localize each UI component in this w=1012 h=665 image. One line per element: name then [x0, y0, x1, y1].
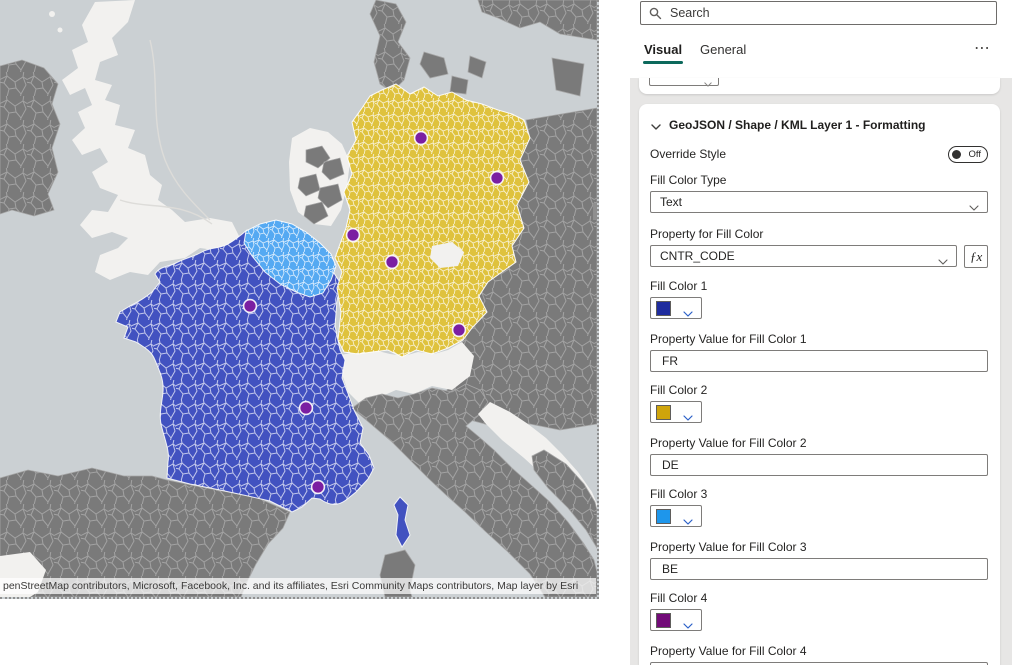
format-pane: Visual General ⋯ GeoJSON / Shape / KML L…	[630, 0, 1012, 665]
truncated-dropdown[interactable]	[649, 78, 719, 86]
city-marker[interactable]	[244, 300, 257, 313]
city-marker[interactable]	[347, 229, 360, 242]
fx-conditional-formatting-button[interactable]: ƒx	[964, 245, 988, 268]
chevron-down-icon	[938, 254, 948, 268]
map-scrollbar-thumb[interactable]	[593, 203, 597, 220]
fill-color-1-label: Fill Color 1	[650, 280, 988, 293]
city-marker[interactable]	[453, 324, 466, 337]
property-value-4-label: Property Value for Fill Color 4	[650, 645, 988, 658]
property-value-3-field[interactable]	[650, 558, 988, 580]
map-attribution: penStreetMap contributors, Microsoft, Fa…	[0, 578, 596, 594]
clipped-card	[639, 78, 1000, 94]
city-marker[interactable]	[300, 402, 313, 415]
city-marker[interactable]	[386, 256, 399, 269]
fill-color-2-picker[interactable]	[650, 401, 702, 423]
property-value-2-field[interactable]	[650, 454, 988, 476]
color-swatch	[656, 405, 671, 420]
chevron-down-icon	[683, 514, 693, 528]
fill-color-3-picker[interactable]	[650, 505, 702, 527]
city-marker[interactable]	[312, 481, 325, 494]
color-swatch	[656, 301, 671, 316]
fill-color-4-label: Fill Color 4	[650, 592, 988, 605]
property-value-3-label: Property Value for Fill Color 3	[650, 541, 988, 554]
property-for-fill-color-label: Property for Fill Color	[650, 228, 988, 241]
chevron-down-icon	[683, 410, 693, 424]
dropdown-value: Text	[660, 195, 682, 209]
property-value-3-input[interactable]	[660, 559, 980, 579]
search-input[interactable]	[668, 2, 988, 24]
override-style-toggle[interactable]: Off	[948, 146, 988, 163]
chevron-down-icon	[683, 618, 693, 632]
more-options-icon[interactable]: ⋯	[974, 38, 991, 58]
property-value-2-input[interactable]	[660, 455, 980, 475]
fill-color-4-picker[interactable]	[650, 609, 702, 631]
chevron-down-icon	[704, 78, 712, 92]
property-for-fill-color-dropdown[interactable]: CNTR_CODE	[650, 245, 957, 267]
europe-map	[0, 0, 597, 597]
property-value-1-field[interactable]	[650, 350, 988, 372]
section-title: GeoJSON / Shape / KML Layer 1 - Formatti…	[669, 118, 926, 132]
toggle-state-label: Off	[969, 149, 982, 160]
formatting-card: GeoJSON / Shape / KML Layer 1 - Formatti…	[639, 104, 1000, 665]
active-tab-underline	[643, 61, 683, 64]
dropdown-value: CNTR_CODE	[660, 249, 735, 263]
chevron-down-icon	[683, 306, 693, 320]
fill-color-1-picker[interactable]	[650, 297, 702, 319]
color-swatch	[656, 613, 671, 628]
color-swatch	[656, 509, 671, 524]
property-value-1-input[interactable]	[660, 351, 980, 371]
city-marker[interactable]	[415, 132, 428, 145]
fill-color-2-label: Fill Color 2	[650, 384, 988, 397]
section-header[interactable]: GeoJSON / Shape / KML Layer 1 - Formatti…	[650, 118, 988, 132]
property-value-2-label: Property Value for Fill Color 2	[650, 437, 988, 450]
fill-color-type-label: Fill Color Type	[650, 174, 988, 187]
map-visual[interactable]: penStreetMap contributors, Microsoft, Fa…	[0, 0, 599, 599]
fill-color-3-label: Fill Color 3	[650, 488, 988, 501]
fill-color-type-dropdown[interactable]: Text	[650, 191, 988, 213]
search-icon	[649, 7, 662, 25]
search-box[interactable]	[640, 1, 997, 25]
toggle-knob	[952, 150, 961, 159]
chevron-down-icon	[969, 200, 979, 214]
collapse-chevron-icon	[651, 119, 661, 133]
tab-general[interactable]: General	[700, 42, 746, 57]
tab-visual[interactable]: Visual	[644, 42, 682, 57]
property-value-1-label: Property Value for Fill Color 1	[650, 333, 988, 346]
override-style-label: Override Style	[650, 148, 726, 161]
pane-header: Visual General ⋯	[630, 0, 1012, 78]
city-marker[interactable]	[491, 172, 504, 185]
